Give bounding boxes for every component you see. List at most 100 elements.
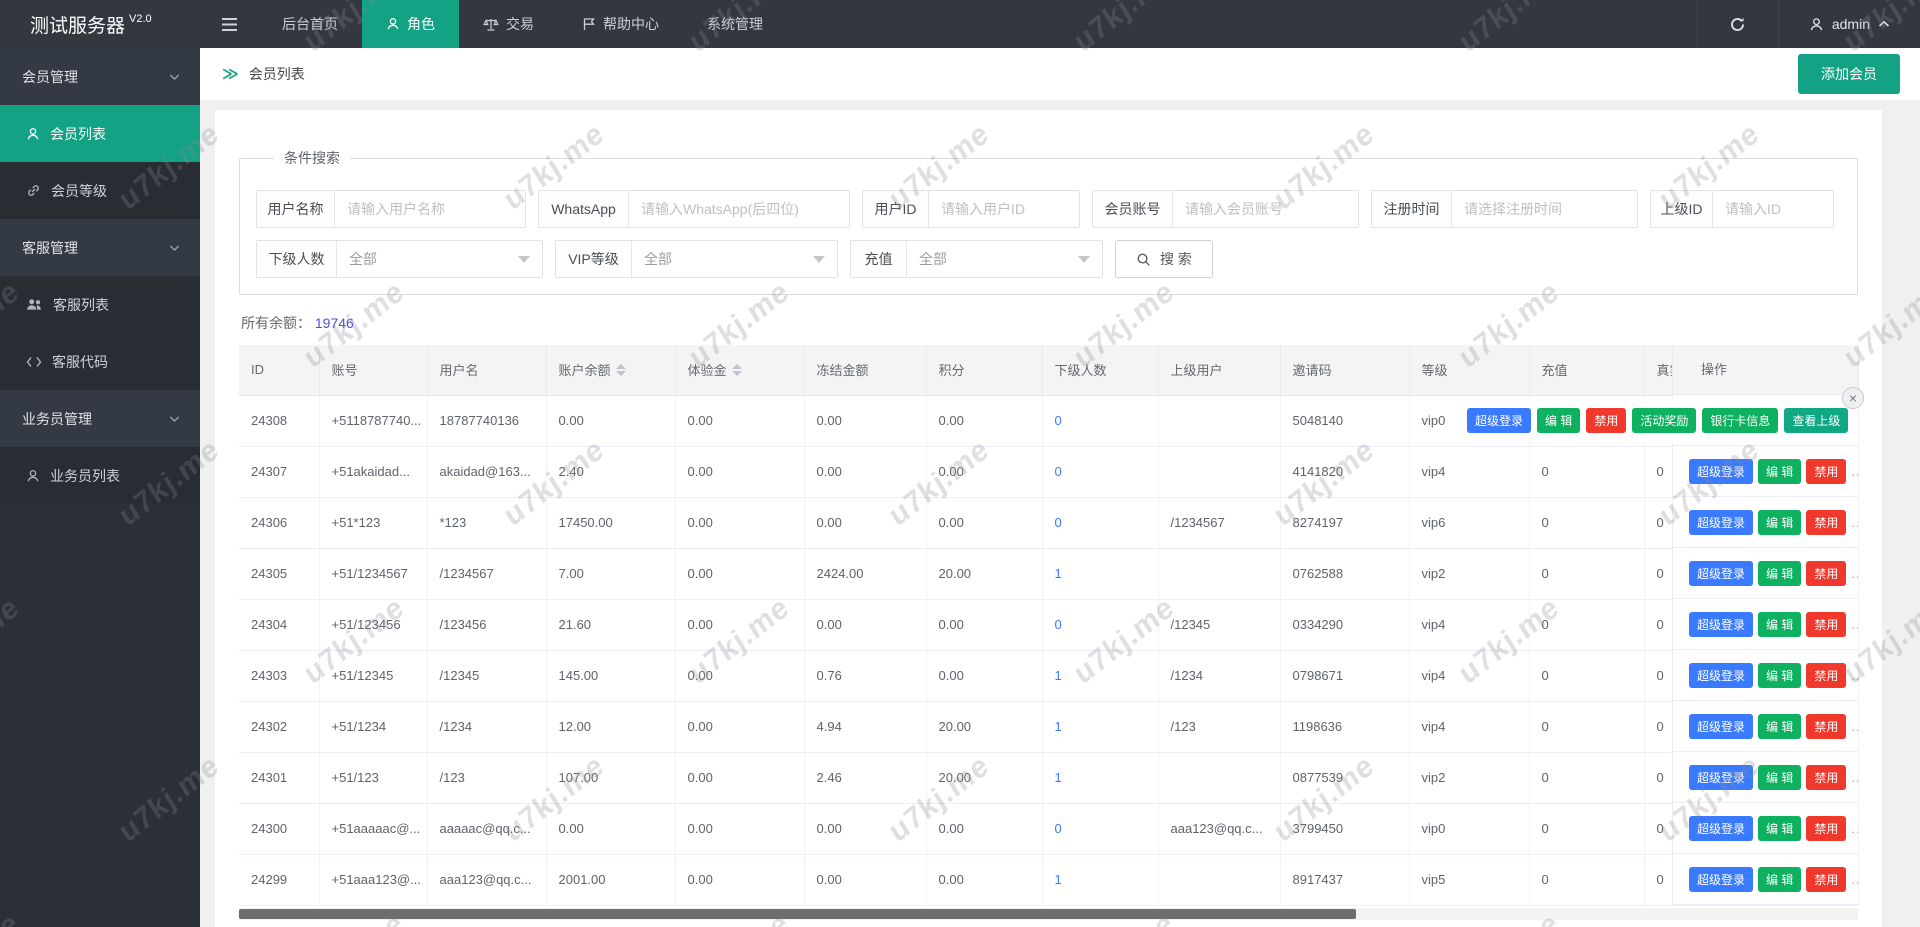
balance-summary-value[interactable]: 19746	[315, 315, 354, 331]
sub-count-select[interactable]: 全部	[337, 241, 542, 277]
subordinates-link[interactable]: 1	[1055, 719, 1062, 734]
subordinates-link[interactable]: 0	[1055, 821, 1062, 836]
action-button-success[interactable]: 编 辑	[1758, 459, 1801, 484]
action-button-danger[interactable]: 禁用	[1806, 663, 1846, 688]
vip-level-select[interactable]: 全部	[632, 241, 837, 277]
action-button-success[interactable]: 编 辑	[1758, 714, 1801, 739]
action-button-danger[interactable]: 禁用	[1806, 510, 1846, 535]
cell-invite: 4141820	[1280, 446, 1409, 497]
action-button-primary[interactable]: 超级登录	[1689, 510, 1753, 535]
action-button-danger[interactable]: 禁用	[1806, 765, 1846, 790]
more-actions-button[interactable]: ...	[1851, 464, 1858, 479]
more-actions-button[interactable]: ...	[1851, 770, 1858, 785]
whatsapp-input[interactable]	[629, 191, 849, 227]
action-button-success[interactable]: 编 辑	[1758, 510, 1801, 535]
user-menu[interactable]: admin	[1779, 0, 1920, 48]
topnav-item-home[interactable]: 后台首页	[258, 0, 362, 48]
hamburger-menu-icon[interactable]	[200, 0, 258, 48]
expanded-action-primary[interactable]: 超级登录	[1467, 408, 1531, 433]
cell-recharge: 0	[1529, 599, 1644, 650]
add-member-button[interactable]: 添加会员	[1798, 54, 1900, 94]
cell-id: 24306	[239, 497, 319, 548]
subordinates-link[interactable]: 0	[1055, 617, 1062, 632]
expanded-action-danger[interactable]: 禁用	[1586, 408, 1626, 433]
subordinates-link[interactable]: 1	[1055, 872, 1062, 887]
register-time-input[interactable]	[1452, 191, 1637, 227]
sidebar-item-agent-list[interactable]: 业务员列表	[0, 447, 200, 504]
subordinates-link[interactable]: 1	[1055, 566, 1062, 581]
cell-subs: 1	[1042, 650, 1158, 701]
action-button-danger[interactable]: 禁用	[1806, 561, 1846, 586]
sort-icon[interactable]	[732, 364, 742, 376]
sidebar-group-service-mgmt[interactable]: 客服管理	[0, 219, 200, 276]
action-button-primary[interactable]: 超级登录	[1689, 612, 1753, 637]
refresh-icon	[1729, 16, 1746, 33]
action-button-success[interactable]: 编 辑	[1758, 816, 1801, 841]
action-button-success[interactable]: 编 辑	[1758, 867, 1801, 892]
sidebar-item-service-list[interactable]: 客服列表	[0, 276, 200, 333]
action-button-primary[interactable]: 超级登录	[1689, 867, 1753, 892]
action-button-primary[interactable]: 超级登录	[1689, 459, 1753, 484]
topnav-item-system[interactable]: 系统管理	[683, 0, 787, 48]
subordinates-link[interactable]: 1	[1055, 770, 1062, 785]
action-button-danger[interactable]: 禁用	[1806, 612, 1846, 637]
sidebar-item-member-level[interactable]: 会员等级	[0, 162, 200, 219]
more-actions-button[interactable]: ...	[1851, 668, 1858, 683]
sidebar-item-service-code[interactable]: 客服代码	[0, 333, 200, 390]
sidebar-group-member-mgmt[interactable]: 会员管理	[0, 48, 200, 105]
subordinates-link[interactable]: 1	[1055, 668, 1062, 683]
sidebar-item-member-list[interactable]: 会员列表	[0, 105, 200, 162]
action-button-success[interactable]: 编 辑	[1758, 612, 1801, 637]
cell-trial: 0.00	[675, 650, 804, 701]
action-button-success[interactable]: 编 辑	[1758, 765, 1801, 790]
subordinates-link[interactable]: 0	[1055, 515, 1062, 530]
action-row: 超级登录编 辑禁用...	[1673, 854, 1858, 905]
user-id-input[interactable]	[929, 191, 1079, 227]
expanded-action-success[interactable]: 编 辑	[1537, 408, 1580, 433]
cell-level: vip4	[1409, 701, 1529, 752]
topnav-item-trade[interactable]: 交易	[459, 0, 558, 48]
close-icon[interactable]: ×	[1842, 387, 1864, 409]
scrollbar-thumb[interactable]	[239, 909, 1356, 919]
cell-parent: /123	[1158, 701, 1280, 752]
sidebar-item-label: 会员列表	[50, 124, 106, 144]
recharge-select[interactable]: 全部	[907, 241, 1102, 277]
subordinates-link[interactable]: 0	[1055, 413, 1062, 428]
sidebar-group-agent-mgmt[interactable]: 业务员管理	[0, 390, 200, 447]
search-icon	[1136, 252, 1151, 267]
topbar-right: admin	[1697, 0, 1920, 48]
column-header-label: ID	[251, 362, 264, 377]
refresh-button[interactable]	[1697, 0, 1779, 48]
cell-subs: 0	[1042, 599, 1158, 650]
table-row: 24306+51*123*12317450.000.000.000.000/12…	[239, 497, 1858, 548]
more-actions-button[interactable]: ...	[1851, 872, 1858, 887]
action-button-danger[interactable]: 禁用	[1806, 714, 1846, 739]
member-account-input[interactable]	[1173, 191, 1358, 227]
action-button-danger[interactable]: 禁用	[1806, 867, 1846, 892]
search-panel-title: 条件搜索	[274, 148, 350, 168]
more-actions-button[interactable]: ...	[1851, 617, 1858, 632]
expanded-action-success[interactable]: 活动奖励	[1632, 408, 1696, 433]
more-actions-button[interactable]: ...	[1851, 515, 1858, 530]
action-button-primary[interactable]: 超级登录	[1689, 561, 1753, 586]
username-input[interactable]	[335, 191, 525, 227]
action-button-primary[interactable]: 超级登录	[1689, 765, 1753, 790]
topnav-item-roles[interactable]: 角色	[362, 0, 459, 48]
action-button-success[interactable]: 编 辑	[1758, 561, 1801, 586]
expanded-action-teal[interactable]: 查看上级	[1784, 408, 1848, 433]
action-button-success[interactable]: 编 辑	[1758, 663, 1801, 688]
subordinates-link[interactable]: 0	[1055, 464, 1062, 479]
more-actions-button[interactable]: ...	[1851, 821, 1858, 836]
action-button-danger[interactable]: 禁用	[1806, 459, 1846, 484]
more-actions-button[interactable]: ...	[1851, 719, 1858, 734]
action-button-danger[interactable]: 禁用	[1806, 816, 1846, 841]
action-button-primary[interactable]: 超级登录	[1689, 816, 1753, 841]
search-button[interactable]: 搜 索	[1115, 240, 1213, 278]
action-button-primary[interactable]: 超级登录	[1689, 663, 1753, 688]
parent-id-input[interactable]	[1713, 191, 1833, 227]
expanded-action-success[interactable]: 银行卡信息	[1702, 408, 1778, 433]
sort-icon[interactable]	[616, 364, 626, 376]
action-button-primary[interactable]: 超级登录	[1689, 714, 1753, 739]
more-actions-button[interactable]: ...	[1851, 566, 1858, 581]
topnav-item-help[interactable]: 帮助中心	[558, 0, 683, 48]
